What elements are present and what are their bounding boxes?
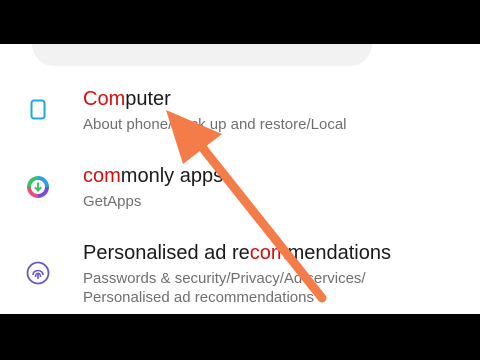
settings-search-results: Computer About phone/Back up and restore…	[0, 44, 480, 314]
title-rest: puter	[125, 88, 171, 110]
title-highlight: com	[83, 165, 121, 187]
result-title: commonly apps	[83, 164, 223, 188]
result-subtitle: GetApps	[83, 193, 142, 210]
result-commonly-apps[interactable]: commonly apps GetApps	[0, 162, 480, 220]
video-frame: Computer About phone/Back up and restore…	[0, 0, 480, 360]
title-highlight: com	[249, 242, 288, 264]
result-subtitle-line2: Personalised ad recommendations	[83, 289, 314, 306]
getapps-icon	[25, 174, 51, 200]
tablet-icon	[25, 97, 51, 123]
result-title: Personalised ad recommendations	[83, 241, 391, 265]
result-subtitle: About phone/Back up and restore/Local	[83, 116, 347, 133]
title-lead: Personalised ad re	[83, 242, 250, 264]
result-computer[interactable]: Computer About phone/Back up and restore…	[0, 84, 480, 142]
result-personalised-ad[interactable]: Personalised ad recommendations Password…	[0, 240, 480, 312]
search-bar-card[interactable]	[32, 44, 372, 66]
title-rest: monly apps	[120, 165, 224, 187]
result-subtitle-line1: Passwords & security/Privacy/Ad services…	[83, 270, 366, 287]
fingerprint-icon	[25, 260, 51, 286]
title-rest: mendations	[287, 242, 391, 264]
title-highlight: Com	[83, 88, 126, 110]
result-title: Computer	[83, 87, 171, 111]
